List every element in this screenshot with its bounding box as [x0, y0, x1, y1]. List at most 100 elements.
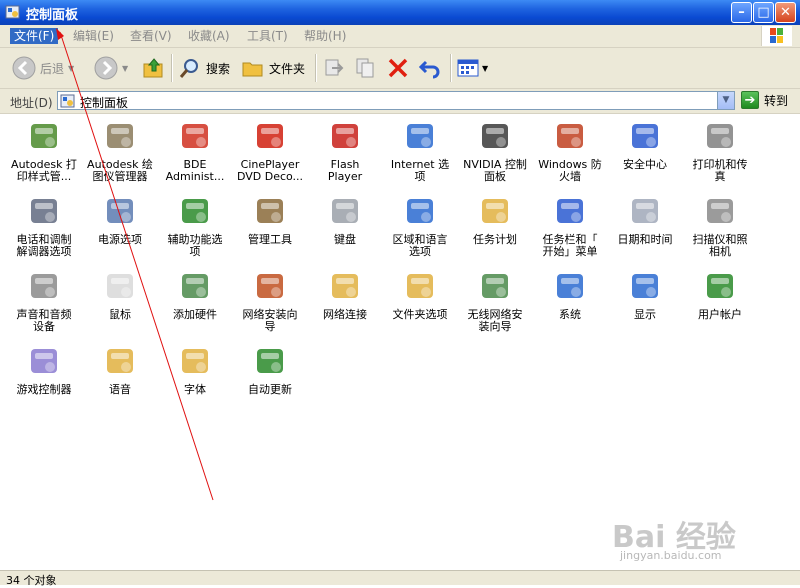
toolbar-separator [171, 54, 173, 82]
internet-options-icon [407, 124, 433, 148]
control-panel-item[interactable]: Autodesk 绘 图仪管理器 [82, 120, 158, 183]
search-label: 搜索 [206, 61, 231, 76]
power-icon [107, 199, 133, 223]
forward-button[interactable]: ▼ [94, 54, 128, 82]
search-button[interactable]: 搜索 [178, 54, 230, 82]
control-panel-item[interactable]: 系统 [532, 270, 608, 321]
menu-tools[interactable]: 工具(T) [243, 28, 292, 44]
control-panel-item[interactable]: 任务栏和「 开始」菜单 [532, 195, 608, 258]
automatic-updates-icon [257, 349, 283, 373]
wireless-setup-icon [482, 274, 508, 298]
menu-view[interactable]: 查看(V) [126, 28, 176, 44]
undo-button[interactable] [418, 54, 442, 82]
scanner-camera-icon [707, 199, 733, 223]
control-panel-item-label: 无线网络安 装向导 [467, 308, 523, 333]
folders-button[interactable]: 文件夹 [241, 54, 305, 82]
control-panel-item[interactable]: 文件夹选项 [382, 270, 458, 321]
minimize-button[interactable]: – [731, 2, 752, 23]
control-panel-item[interactable]: 打印机和传 真 [682, 120, 758, 183]
up-button[interactable] [142, 54, 166, 82]
control-panel-item[interactable]: 电源选项 [82, 195, 158, 246]
user-accounts-icon [707, 274, 733, 298]
folder-options-icon [407, 274, 433, 298]
phone-modem-icon [31, 199, 57, 223]
control-panel-icon [60, 94, 75, 108]
control-panel-item-label: 声音和音频 设备 [16, 308, 72, 333]
control-panel-item[interactable]: 网络安装向 导 [232, 270, 308, 333]
control-panel-item[interactable]: Windows 防 火墙 [532, 120, 608, 183]
toolbar-separator [450, 54, 452, 82]
address-input[interactable]: 控制面板 ▼ [57, 91, 735, 110]
control-panel-item[interactable]: 扫描仪和照 相机 [682, 195, 758, 258]
control-panel-item[interactable]: Flash Player [307, 120, 383, 183]
control-panel-item-label: 鼠标 [109, 308, 131, 321]
control-panel-item-label: 管理工具 [248, 233, 292, 246]
go-button[interactable]: ➔ 转到 [741, 91, 788, 109]
back-button[interactable]: 后退 ▼ [12, 54, 74, 82]
icon-view: Autodesk 打 印样式管... Autodesk 绘 图仪管理器 BDE Ad… [0, 114, 800, 570]
control-panel-item-label: 安全中心 [623, 158, 667, 171]
fonts-icon [182, 349, 208, 373]
control-panel-item[interactable]: 网络连接 [307, 270, 383, 321]
control-panel-item[interactable]: 区域和语言 选项 [382, 195, 458, 258]
control-panel-icon [5, 5, 20, 19]
control-panel-item[interactable]: 鼠标 [82, 270, 158, 321]
system-icon [557, 274, 583, 298]
move-to-button[interactable] [322, 54, 346, 82]
control-panel-item[interactable]: 声音和音频 设备 [6, 270, 82, 333]
control-panel-item-label: 电源选项 [98, 233, 142, 246]
control-panel-item-label: 扫描仪和照 相机 [692, 233, 748, 258]
back-dropdown-icon[interactable]: ▼ [68, 64, 74, 73]
control-panel-item-label: 字体 [184, 383, 206, 396]
control-panel-item[interactable]: 用户帐户 [682, 270, 758, 321]
status-text: 34 个对象 [6, 574, 57, 587]
back-label: 后退 [40, 61, 65, 76]
copy-to-button[interactable] [354, 54, 378, 82]
forward-dropdown-icon[interactable]: ▼ [122, 64, 128, 73]
delete-button[interactable] [386, 54, 410, 82]
control-panel-item[interactable]: 安全中心 [607, 120, 683, 171]
menu-edit[interactable]: 编辑(E) [69, 28, 118, 44]
control-panel-item[interactable]: 管理工具 [232, 195, 308, 246]
network-connections-icon [332, 274, 358, 298]
toolbar: 后退 ▼ ▼ 搜索 文件夹 ▼ [0, 48, 800, 89]
control-panel-item-label: 区域和语言 选项 [392, 233, 448, 258]
views-dropdown-icon[interactable]: ▼ [482, 64, 488, 73]
control-panel-item-label: 电话和调制 解调器选项 [16, 233, 72, 258]
control-panel-item[interactable]: 游戏控制器 [6, 345, 82, 396]
control-panel-item[interactable]: CinePlayer DVD Deco... [232, 120, 308, 183]
control-panel-item[interactable]: Internet 选 项 [382, 120, 458, 183]
control-panel-item[interactable]: 辅助功能选 项 [157, 195, 233, 258]
folders-label: 文件夹 [269, 61, 306, 76]
keyboard-icon [332, 199, 358, 223]
maximize-button[interactable]: □ [753, 2, 774, 23]
control-panel-item[interactable]: 语音 [82, 345, 158, 396]
network-setup-icon [257, 274, 283, 298]
control-panel-item[interactable]: Autodesk 打 印样式管... [6, 120, 82, 183]
control-panel-item-label: CinePlayer DVD Deco... [236, 158, 304, 183]
control-panel-item[interactable]: 电话和调制 解调器选项 [6, 195, 82, 258]
menu-favorites[interactable]: 收藏(A) [184, 28, 234, 44]
views-button[interactable]: ▼ [456, 54, 488, 82]
control-panel-item[interactable]: 字体 [157, 345, 233, 396]
control-panel-item[interactable]: 无线网络安 装向导 [457, 270, 533, 333]
up-folder-icon [143, 58, 163, 78]
control-panel-item-label: 打印机和传 真 [692, 158, 748, 183]
control-panel-item[interactable]: BDE Administ... [157, 120, 233, 183]
taskbar-icon [557, 199, 583, 223]
control-panel-item[interactable]: 自动更新 [232, 345, 308, 396]
address-dropdown-icon[interactable]: ▼ [717, 92, 734, 109]
control-panel-item[interactable]: 键盘 [307, 195, 383, 246]
close-button[interactable]: ✕ [775, 2, 796, 23]
control-panel-item[interactable]: NVIDIA 控制 面板 [457, 120, 533, 183]
menu-file[interactable]: 文件(F) [10, 28, 59, 44]
control-panel-item[interactable]: 任务计划 [457, 195, 533, 246]
admin-tools-icon [257, 199, 283, 223]
menu-help[interactable]: 帮助(H) [300, 28, 350, 44]
windows-logo-icon [761, 26, 792, 46]
control-panel-item[interactable]: 日期和时间 [607, 195, 683, 246]
control-panel-item[interactable]: 添加硬件 [157, 270, 233, 321]
forward-arrow-icon [94, 56, 118, 80]
control-panel-item[interactable]: 显示 [607, 270, 683, 321]
title-bar[interactable]: 控制面板 – □ ✕ [0, 0, 800, 25]
